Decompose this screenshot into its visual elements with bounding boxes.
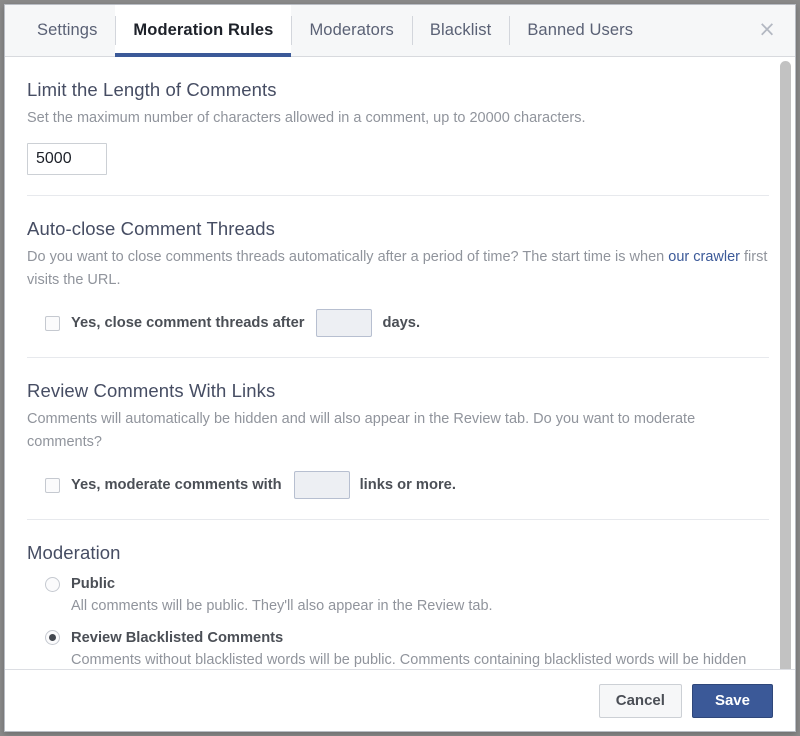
moderation-option-public-label: Public [71,576,116,593]
review-links-label-lead: Yes, moderate comments with [71,477,282,494]
auto-close-days-input[interactable] [316,309,373,338]
review-links-checkbox[interactable] [45,477,60,493]
our-crawler-link[interactable]: our crawler [668,249,740,265]
section-auto-close-desc-pre: Do you want to close comments threads au… [27,249,669,266]
tab-moderators-label: Moderators [309,21,394,39]
review-links-label-tail: links or more. [359,477,456,494]
tab-banned-users[interactable]: Banned Users [509,5,651,56]
moderation-option-review-blacklisted-head: Review Blacklisted Comments [45,630,769,646]
section-moderation: Moderation Public All comments will be p… [27,520,769,669]
tab-settings-label: Settings [37,21,98,39]
radio-public[interactable] [45,576,60,592]
section-comment-length: Limit the Length of Comments Set the max… [27,57,769,197]
section-review-links-desc: Comments will automatically be hidden an… [27,411,696,450]
review-links-count-input[interactable] [293,471,350,500]
max-characters-input[interactable] [27,143,107,176]
tab-moderators[interactable]: Moderators [291,5,411,56]
auto-close-row: Yes, close comment threads after days. [45,309,769,338]
section-auto-close-title: Auto-close Comment Threads [27,218,276,240]
moderation-option-review-blacklisted-label: Review Blacklisted Comments [71,629,284,646]
vertical-scrollbar[interactable] [778,57,793,669]
section-comment-length-desc: Set the maximum number of characters all… [27,110,586,126]
close-icon[interactable]: × [739,5,795,56]
section-auto-close: Auto-close Comment Threads Do you want t… [27,196,769,359]
tab-moderation-rules[interactable]: Moderation Rules [115,5,292,57]
tab-list: Settings Moderation Rules Moderators Bla… [5,5,739,57]
moderation-option-public-head: Public [45,576,769,592]
scrollbar-thumb[interactable] [780,61,791,669]
moderation-option-public[interactable]: Public All comments will be public. They… [45,576,769,617]
section-auto-close-desc: Do you want to close comments threads au… [27,246,769,291]
tab-settings[interactable]: Settings [19,5,115,56]
review-links-row: Yes, moderate comments with links or mor… [45,471,769,500]
tab-moderation-rules-label: Moderation Rules [133,21,274,39]
tab-banned-users-label: Banned Users [527,21,634,39]
dialog-body: Limit the Length of Comments Set the max… [5,57,795,669]
section-comment-length-title: Limit the Length of Comments [27,79,277,100]
tab-bar: Settings Moderation Rules Moderators Bla… [5,5,795,57]
cancel-button[interactable]: Cancel [598,683,682,718]
section-review-links: Review Comments With Links Comments will… [27,358,769,521]
moderation-option-review-blacklisted[interactable]: Review Blacklisted Comments Comments wit… [45,630,769,669]
section-moderation-title: Moderation [27,542,121,564]
dialog-footer: Cancel Save [5,669,795,731]
settings-scroll-area: Limit the Length of Comments Set the max… [5,57,795,669]
auto-close-checkbox[interactable] [45,315,60,331]
moderation-rules-dialog: Settings Moderation Rules Moderators Bla… [4,4,796,732]
moderation-option-public-desc: All comments will be public. They'll als… [71,598,493,615]
tab-blacklist[interactable]: Blacklist [411,5,509,56]
tab-blacklist-label: Blacklist [429,21,492,39]
save-button[interactable]: Save [691,683,773,718]
auto-close-label-tail: days. [382,315,421,332]
section-review-links-title: Review Comments With Links [27,380,276,402]
radio-review-blacklisted[interactable] [45,630,60,646]
auto-close-label-lead: Yes, close comment threads after [71,315,305,332]
moderation-radio-group: Public All comments will be public. They… [45,576,769,669]
moderation-option-review-blacklisted-desc: Comments without blacklisted words will … [71,651,747,668]
